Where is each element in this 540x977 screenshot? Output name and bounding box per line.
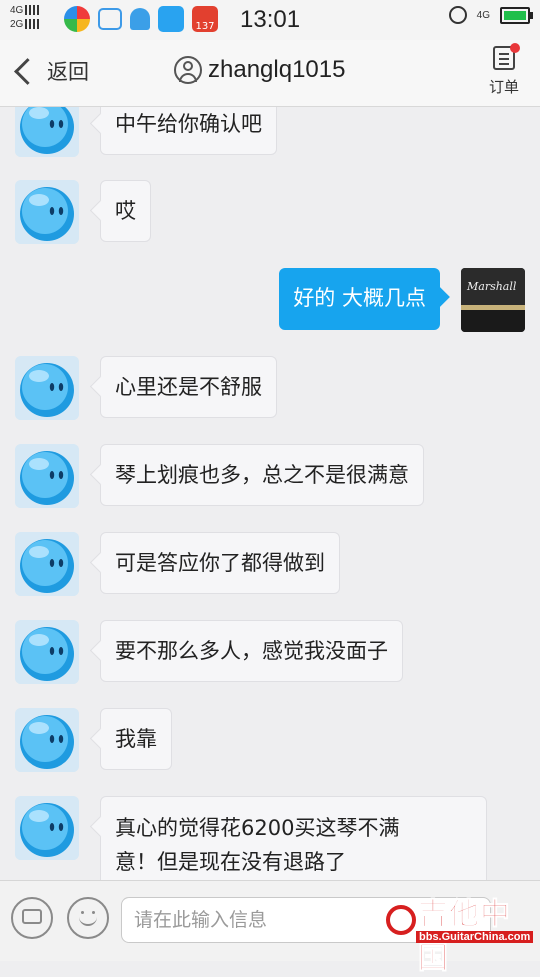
message-list[interactable]: 中午给你确认吧 哎 好的 大概几点 Marshall 心里还是不舒服 琴上划痕也… (0, 107, 540, 880)
message-bubble[interactable]: 要不那么多人，感觉我没面子 (100, 620, 403, 682)
message-item: 真心的觉得花6200买这琴不满 意！但是现在没有退路了 (0, 796, 540, 880)
watermark-logo: 吉他中国 bbs.GuitarChina.com (384, 887, 534, 977)
battery-fill (504, 10, 526, 20)
message-bubble[interactable]: 心里还是不舒服 (100, 356, 277, 418)
back-button[interactable]: 返回 (12, 56, 89, 86)
message-item: 中午给你确认吧 (0, 107, 540, 163)
contact-avatar[interactable] (15, 532, 79, 596)
network-label-bottom: 2G (10, 19, 24, 30)
clock: 13:01 (240, 6, 301, 33)
penguin-avatar-icon (15, 356, 79, 420)
message-item-outgoing: 好的 大概几点 Marshall (0, 268, 540, 338)
message-text: 好的 大概几点 (293, 286, 426, 310)
chat-header: 返回 zhanglq1015 订单 (0, 40, 540, 107)
data-type-label: 4G (476, 9, 490, 21)
input-bar: 吉他中国 bbs.GuitarChina.com (0, 880, 540, 977)
message-item: 要不那么多人，感觉我没面子 (0, 620, 540, 690)
android-icon (130, 8, 150, 30)
quick-reply-button[interactable] (11, 897, 53, 939)
message-bubble[interactable]: 可是答应你了都得做到 (100, 532, 340, 594)
battery-icon (500, 6, 533, 24)
penguin-avatar-icon (15, 180, 79, 244)
message-text: 心里还是不舒服 (115, 375, 262, 399)
notification-dot (510, 43, 520, 53)
chat-bubble-icon (22, 909, 42, 924)
contact-avatar[interactable] (15, 708, 79, 772)
contact-avatar[interactable] (15, 107, 79, 157)
my-avatar[interactable]: Marshall (461, 268, 525, 332)
message-item: 我靠 (0, 708, 540, 778)
contact-avatar[interactable] (15, 180, 79, 244)
cloud-app-icon (158, 6, 184, 32)
penguin-avatar-icon (15, 532, 79, 596)
message-bubble[interactable]: 哎 (100, 180, 151, 242)
message-item: 琴上划痕也多，总之不是很满意 (0, 444, 540, 514)
message-bubble[interactable]: 琴上划痕也多，总之不是很满意 (100, 444, 424, 506)
page-title: zhanglq1015 (174, 56, 345, 84)
order-label: 订单 (488, 78, 519, 96)
message-text-line: 意！但是现在没有退路了 (115, 850, 346, 874)
message-item: 心里还是不舒服 (0, 356, 540, 426)
security-app-icon (64, 6, 90, 32)
message-bubble[interactable]: 真心的觉得花6200买这琴不满 意！但是现在没有退路了 (100, 796, 487, 880)
order-list-icon (493, 43, 520, 70)
signal-icon (25, 19, 42, 30)
penguin-avatar-icon (15, 444, 79, 508)
chevron-left-icon (14, 57, 41, 85)
message-text: 哎 (115, 199, 136, 223)
message-bubble[interactable]: 中午给你确认吧 (100, 107, 277, 155)
penguin-avatar-icon (15, 107, 79, 157)
order-button[interactable]: 订单 (486, 43, 522, 97)
message-text: 要不那么多人，感觉我没面子 (115, 639, 388, 663)
alarm-icon (448, 6, 467, 24)
message-item: 可是答应你了都得做到 (0, 532, 540, 602)
penguin-avatar-icon (15, 708, 79, 772)
amp-logo-text: Marshall (467, 280, 517, 293)
emoji-button[interactable] (67, 897, 109, 939)
message-text: 中午给你确认吧 (115, 112, 262, 136)
message-text: 可是答应你了都得做到 (115, 551, 325, 575)
penguin-avatar-icon (15, 620, 79, 684)
signal-icon (25, 5, 42, 16)
system-icons: 4G (448, 6, 533, 24)
contact-avatar[interactable] (15, 444, 79, 508)
message-bubble[interactable]: 好的 大概几点 (279, 268, 440, 330)
contact-name: zhanglq1015 (208, 56, 346, 83)
back-label: 返回 (47, 60, 89, 84)
notification-icons: 137 (64, 6, 218, 32)
contact-avatar[interactable] (15, 356, 79, 420)
amp-image (461, 268, 525, 332)
smiley-icon (79, 917, 97, 926)
signal-indicators: 4G 2G (10, 4, 42, 32)
contact-avatar[interactable] (15, 620, 79, 684)
status-bar: 4G 2G 137 13:01 4G (0, 0, 540, 40)
penguin-avatar-icon (15, 796, 79, 860)
message-bubble[interactable]: 我靠 (100, 708, 172, 770)
user-icon (174, 56, 202, 84)
app-badge-icon: 137 (192, 6, 218, 32)
message-text-line: 真心的觉得花6200买这琴不满 (115, 816, 400, 840)
watermark-sub: bbs.GuitarChina.com (416, 931, 534, 943)
message-text: 琴上划痕也多，总之不是很满意 (115, 463, 409, 487)
message-item: 哎 (0, 180, 540, 250)
contact-avatar[interactable] (15, 796, 79, 860)
gallery-icon (98, 8, 122, 30)
message-text: 我靠 (115, 727, 157, 751)
notification-badge: 137 (195, 21, 215, 32)
network-label-top: 4G (10, 5, 24, 16)
guitar-logo-icon (386, 905, 416, 935)
